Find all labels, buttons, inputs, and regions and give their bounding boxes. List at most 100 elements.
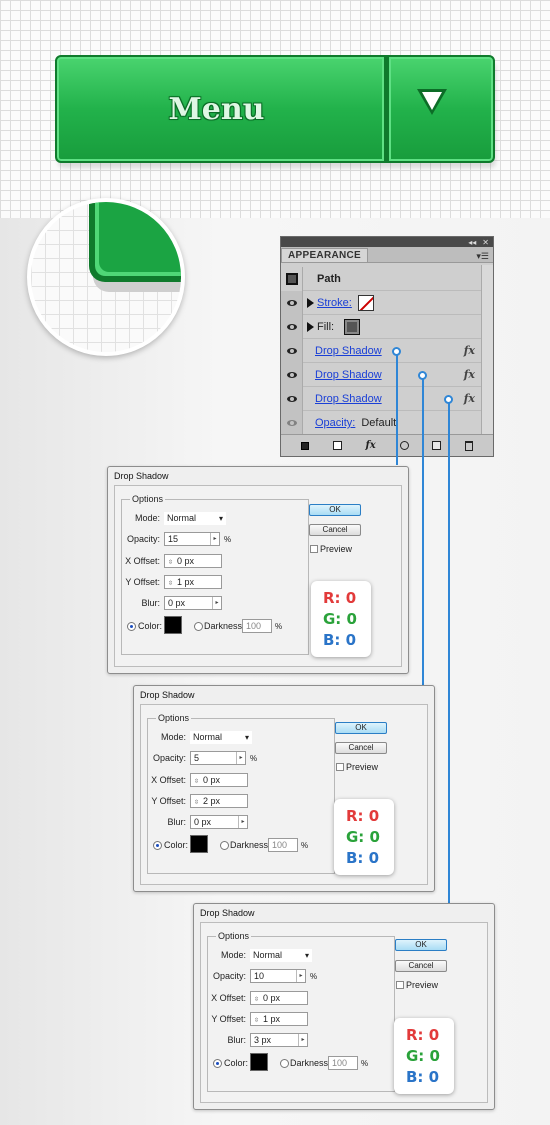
drop-shadow-link[interactable]: Drop Shadow bbox=[315, 345, 382, 357]
stroke-row[interactable]: Stroke: bbox=[281, 290, 481, 315]
eye-icon bbox=[286, 299, 297, 306]
stroke-none-swatch-icon[interactable] bbox=[357, 294, 374, 311]
fx-icon: fx bbox=[463, 392, 475, 405]
path-row[interactable]: Path bbox=[281, 266, 481, 291]
y-offset-input[interactable]: ⇳ 2 px bbox=[190, 794, 248, 808]
rgb-values-card: R: 0 G: 0 B: 0 bbox=[311, 581, 371, 657]
drop-shadow-link[interactable]: Drop Shadow bbox=[315, 369, 382, 381]
cancel-button[interactable]: Cancel bbox=[309, 524, 361, 536]
darkness-input[interactable]: 100 bbox=[268, 838, 298, 852]
color-radio[interactable] bbox=[153, 841, 162, 850]
visibility-toggle[interactable] bbox=[281, 362, 303, 387]
preview-checkbox[interactable] bbox=[396, 981, 404, 989]
eye-icon bbox=[286, 323, 297, 330]
delete-icon[interactable] bbox=[465, 440, 474, 451]
arrow-right-icon[interactable]: ▸ bbox=[210, 533, 219, 545]
fill-swatch[interactable] bbox=[344, 318, 361, 335]
y-offset-input[interactable]: ⇳ 1 px bbox=[250, 1012, 308, 1026]
fill-row[interactable]: Fill: bbox=[281, 314, 481, 339]
preview-checkbox[interactable] bbox=[336, 763, 344, 771]
shadow-color-swatch[interactable] bbox=[164, 616, 182, 634]
opacity-value: 10 bbox=[254, 971, 265, 981]
menu-button[interactable]: Menu bbox=[55, 55, 386, 163]
visibility-toggle[interactable] bbox=[281, 386, 303, 411]
expand-triangle-icon[interactable] bbox=[307, 297, 314, 308]
dropdown-button[interactable] bbox=[386, 55, 495, 163]
ok-button[interactable]: OK bbox=[335, 722, 387, 734]
visibility-toggle[interactable] bbox=[281, 338, 303, 363]
y-offset-input[interactable]: ⇳ 1 px bbox=[164, 575, 222, 589]
duplicate-item-icon[interactable] bbox=[432, 441, 442, 450]
blur-input[interactable]: 3 px ▸ bbox=[250, 1033, 308, 1047]
x-offset-input[interactable]: ⇳ 0 px bbox=[164, 554, 222, 568]
percent-sign: % bbox=[250, 754, 258, 763]
blur-input[interactable]: 0 px ▸ bbox=[164, 596, 222, 610]
effect-row[interactable]: Drop Shadow fx bbox=[281, 338, 481, 363]
clear-icon[interactable] bbox=[399, 441, 409, 450]
options-group: Options Mode: Normal Opacity: 10 ▸ % X Of… bbox=[207, 931, 395, 1092]
arrow-right-icon[interactable]: ▸ bbox=[238, 816, 247, 828]
color-radio[interactable] bbox=[213, 1059, 222, 1068]
darkness-radio[interactable] bbox=[280, 1059, 289, 1068]
spinner-icon[interactable]: ⇳ bbox=[254, 994, 261, 1006]
visibility-toggle[interactable] bbox=[281, 314, 303, 339]
x-offset-value: 0 px bbox=[263, 993, 281, 1003]
connector-wire bbox=[396, 353, 398, 465]
preview-label: Preview bbox=[406, 980, 439, 990]
darkness-radio[interactable] bbox=[220, 841, 229, 850]
opacity-link[interactable]: Opacity: bbox=[315, 417, 355, 429]
y-offset-value: 2 px bbox=[203, 796, 221, 806]
panel-menu-icon[interactable]: ▾☰ bbox=[476, 251, 493, 262]
close-icon[interactable]: ✕ bbox=[482, 238, 489, 247]
collapse-icon[interactable]: ◂◂ bbox=[468, 238, 476, 247]
expand-triangle-icon[interactable] bbox=[307, 321, 314, 332]
drop-shadow-link[interactable]: Drop Shadow bbox=[315, 393, 382, 405]
x-offset-value: 0 px bbox=[203, 775, 221, 785]
visibility-toggle[interactable] bbox=[281, 290, 303, 315]
color-radio[interactable] bbox=[127, 622, 136, 631]
arrow-right-icon[interactable]: ▸ bbox=[298, 1034, 307, 1046]
rgb-values-card: R: 0 G: 0 B: 0 bbox=[334, 799, 394, 875]
preview-checkbox[interactable] bbox=[310, 545, 318, 553]
opacity-row[interactable]: Opacity: Default bbox=[281, 411, 481, 435]
spinner-icon[interactable]: ⇳ bbox=[168, 557, 175, 569]
mode-select[interactable]: Normal bbox=[190, 731, 252, 744]
panel-scrollbar[interactable] bbox=[481, 265, 493, 435]
zoom-detail-circle bbox=[27, 198, 185, 356]
connector-knob bbox=[418, 371, 427, 380]
spinner-icon[interactable]: ⇳ bbox=[194, 776, 201, 788]
shadow-color-swatch[interactable] bbox=[250, 1053, 268, 1071]
opacity-input[interactable]: 5 ▸ bbox=[190, 751, 246, 765]
darkness-input[interactable]: 100 bbox=[242, 619, 272, 633]
mode-select[interactable]: Normal bbox=[164, 512, 226, 525]
new-art-icon[interactable] bbox=[300, 441, 309, 450]
effect-row[interactable]: Drop Shadow fx bbox=[281, 362, 481, 387]
blur-label: Blur: bbox=[227, 1035, 246, 1045]
clear-appearance-icon[interactable] bbox=[332, 441, 342, 450]
ok-button[interactable]: OK bbox=[309, 504, 361, 516]
cancel-button[interactable]: Cancel bbox=[335, 742, 387, 754]
stroke-label[interactable]: Stroke: bbox=[317, 297, 352, 309]
connector-wire bbox=[448, 401, 450, 903]
arrow-right-icon[interactable]: ▸ bbox=[212, 597, 221, 609]
visibility-toggle[interactable] bbox=[281, 411, 303, 435]
mode-select[interactable]: Normal bbox=[250, 949, 312, 962]
spinner-icon[interactable]: ⇳ bbox=[194, 797, 201, 809]
spinner-icon[interactable]: ⇳ bbox=[254, 1015, 261, 1027]
cancel-button[interactable]: Cancel bbox=[395, 960, 447, 972]
arrow-right-icon[interactable]: ▸ bbox=[236, 752, 245, 764]
blur-input[interactable]: 0 px ▸ bbox=[190, 815, 248, 829]
opacity-input[interactable]: 15 ▸ bbox=[164, 532, 220, 546]
darkness-input[interactable]: 100 bbox=[328, 1056, 358, 1070]
shadow-color-swatch[interactable] bbox=[190, 835, 208, 853]
spinner-icon[interactable]: ⇳ bbox=[168, 578, 175, 590]
x-offset-input[interactable]: ⇳ 0 px bbox=[250, 991, 308, 1005]
add-effect-icon[interactable]: fx bbox=[365, 440, 375, 451]
opacity-input[interactable]: 10 ▸ bbox=[250, 969, 306, 983]
darkness-radio[interactable] bbox=[194, 622, 203, 631]
arrow-right-icon[interactable]: ▸ bbox=[296, 970, 305, 982]
percent-sign: % bbox=[224, 535, 232, 544]
x-offset-input[interactable]: ⇳ 0 px bbox=[190, 773, 248, 787]
tab-appearance[interactable]: APPEARANCE bbox=[281, 248, 369, 262]
ok-button[interactable]: OK bbox=[395, 939, 447, 951]
